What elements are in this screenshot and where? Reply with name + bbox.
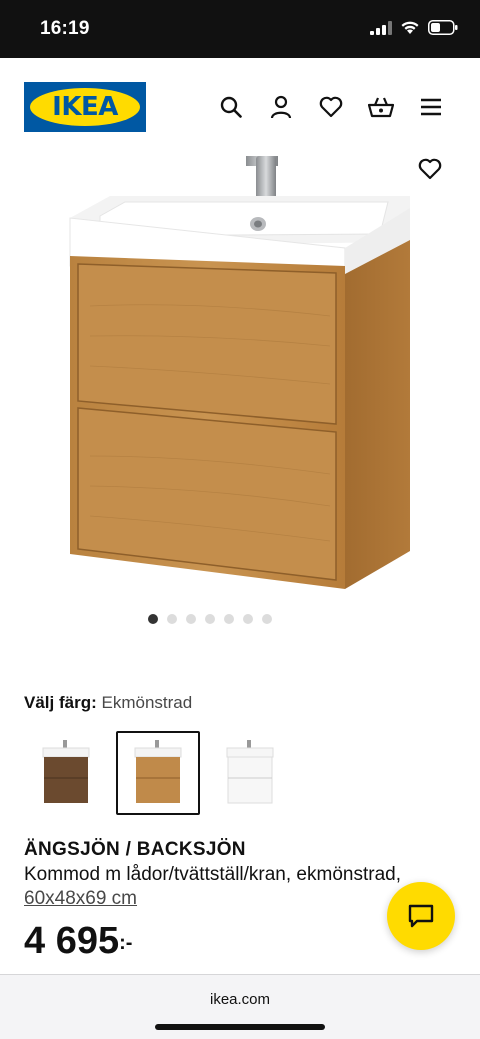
product-title: ÄNGSJÖN / BACKSJÖN <box>24 839 246 860</box>
basket-icon[interactable] <box>368 94 394 120</box>
logo-text: IKEA <box>52 92 118 122</box>
swatch-oak[interactable] <box>116 731 200 815</box>
color-swatches <box>24 731 292 815</box>
gallery-dot[interactable] <box>167 614 177 624</box>
gallery-dot[interactable] <box>262 614 272 624</box>
site-header: IKEA <box>0 58 480 156</box>
color-value: Ekmönstrad <box>101 693 193 712</box>
gallery-dot[interactable] <box>186 614 196 624</box>
product-dimensions-link[interactable]: 60x48x69 cm <box>24 888 137 910</box>
signal-icon <box>370 20 392 35</box>
vanity-image <box>69 156 410 589</box>
home-indicator[interactable] <box>155 1024 325 1030</box>
gallery-dot[interactable] <box>224 614 234 624</box>
account-icon[interactable] <box>268 94 294 120</box>
browser-address-bar: ikea.com <box>0 974 480 1039</box>
add-to-favorites-icon[interactable] <box>418 158 444 184</box>
swatch-white[interactable] <box>208 731 292 815</box>
header-icons <box>218 94 444 120</box>
status-time: 16:19 <box>40 18 90 39</box>
menu-icon[interactable] <box>418 94 444 120</box>
gallery-dots <box>148 614 272 624</box>
product-description: Kommod m lådor/tvättställ/kran, ekmönstr… <box>24 864 401 885</box>
product-image[interactable] <box>0 156 480 606</box>
price-suffix: :- <box>119 932 133 954</box>
color-selector-label: Välj färg: Ekmönstrad <box>24 693 192 713</box>
swatch-brown[interactable] <box>24 731 108 815</box>
swatch-white-image <box>226 740 274 804</box>
wifi-icon <box>401 21 419 34</box>
search-icon[interactable] <box>218 94 244 120</box>
ikea-logo[interactable]: IKEA <box>24 82 146 132</box>
price-value: 4 695 <box>24 920 120 962</box>
status-icons <box>370 20 458 35</box>
color-label: Välj färg: <box>24 693 97 712</box>
status-bar: 16:19 <box>0 0 480 58</box>
gallery-dot[interactable] <box>205 614 215 624</box>
logo-oval: IKEA <box>30 88 140 126</box>
gallery-dot[interactable] <box>243 614 253 624</box>
gallery-pagination <box>0 614 480 624</box>
gallery-dot[interactable] <box>148 614 158 624</box>
chat-button[interactable] <box>387 882 455 950</box>
swatch-oak-image <box>134 740 182 803</box>
browser-url[interactable]: ikea.com <box>0 991 480 1008</box>
battery-icon <box>428 20 458 35</box>
chat-icon <box>408 904 434 928</box>
product-price: 4 695 :- <box>24 918 132 964</box>
swatch-brown-image <box>42 740 90 803</box>
heart-icon[interactable] <box>318 94 344 120</box>
